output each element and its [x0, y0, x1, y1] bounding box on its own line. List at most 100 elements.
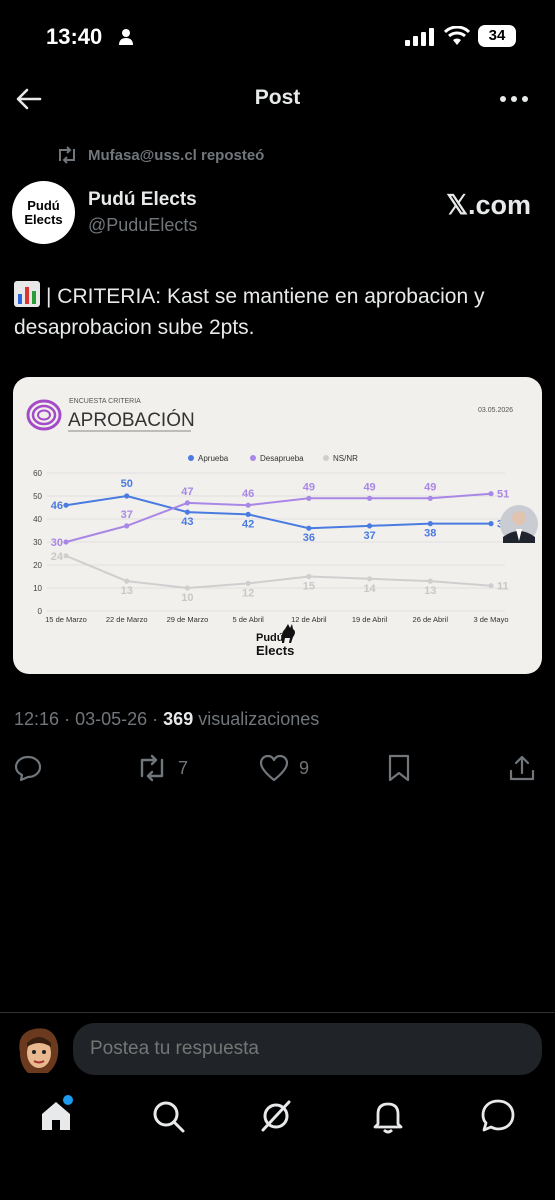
pudu-silhouette-icon	[282, 624, 295, 643]
data-point	[245, 580, 251, 586]
data-label: 43	[181, 516, 193, 528]
series-line	[65, 554, 492, 590]
data-point	[184, 585, 191, 591]
data-point	[124, 493, 130, 499]
meta-sep-1: ·	[64, 709, 71, 729]
home-notification-dot	[63, 1095, 73, 1105]
x-tick-label: 12 de Abril	[291, 615, 327, 624]
data-label: 24	[51, 551, 64, 563]
data-point	[124, 578, 130, 584]
x-tick-label: 3 de Mayo	[473, 615, 508, 624]
tweet-media-card[interactable]: ENCUESTA CRITERIA APROBACIÓN 03.05.2026 …	[13, 377, 542, 674]
data-label: 13	[121, 585, 133, 597]
meta-sep-2: ·	[152, 709, 159, 729]
data-label: 13	[424, 585, 436, 597]
bookmark-icon	[388, 754, 410, 782]
data-point	[184, 509, 191, 515]
chart-date: 03.05.2026	[478, 407, 513, 414]
data-label: 36	[303, 532, 315, 544]
like-button[interactable]: 9	[259, 752, 309, 784]
battery-indicator: 34	[478, 25, 516, 47]
data-label: 49	[424, 481, 436, 493]
data-label: 49	[363, 481, 375, 493]
person-icon	[119, 29, 133, 45]
y-tick-label: 60	[33, 469, 42, 478]
reply-input[interactable]	[73, 1023, 542, 1075]
y-tick-label: 40	[33, 515, 42, 524]
data-label: 10	[181, 592, 193, 604]
data-point	[63, 553, 69, 559]
data-label: 38	[424, 528, 436, 540]
data-label: 46	[51, 500, 63, 512]
repost-icon	[59, 146, 75, 164]
tweet-text: | CRITERIA: Kast se mantiene en aprobaci…	[14, 281, 544, 343]
x-tick-label: 22 de Marzo	[106, 615, 148, 624]
x-tick-label: 15 de Marzo	[45, 615, 87, 624]
data-point	[124, 523, 130, 529]
tweet-date: 03-05-26	[75, 709, 148, 729]
signal-icon	[405, 28, 434, 46]
wifi-icon	[444, 26, 470, 45]
y-tick-label: 20	[33, 561, 42, 570]
y-tick-label: 30	[33, 538, 42, 547]
data-label: 49	[303, 481, 315, 493]
data-point	[366, 495, 373, 501]
share-button[interactable]	[508, 752, 536, 784]
tweet-actions: 7 9	[0, 752, 555, 786]
data-point	[366, 523, 373, 529]
data-label: 15	[303, 581, 315, 593]
legend-label: Desaprueba	[260, 454, 304, 463]
y-tick-label: 0	[38, 607, 43, 616]
y-tick-label: 50	[33, 492, 42, 501]
author-handle[interactable]: @PuduElects	[88, 215, 197, 236]
approval-chart: ENCUESTA CRITERIA APROBACIÓN 03.05.2026 …	[26, 398, 538, 658]
x-tick-label: 19 de Abril	[352, 615, 388, 624]
like-count: 9	[299, 757, 310, 778]
bookmark-button[interactable]	[386, 752, 412, 784]
data-label: 47	[181, 486, 193, 498]
page-title: Post	[254, 86, 301, 109]
reply-icon	[14, 755, 42, 782]
data-label: 37	[363, 530, 375, 542]
bell-icon[interactable]	[368, 1096, 408, 1136]
grok-icon[interactable]	[256, 1096, 296, 1136]
data-label: 30	[51, 537, 63, 549]
author-avatar[interactable]: Pudú Elects	[12, 181, 75, 244]
data-point	[184, 500, 191, 506]
legend-label: Aprueba	[198, 454, 229, 463]
data-label: 42	[242, 518, 254, 530]
messages-icon[interactable]	[478, 1096, 518, 1136]
footer-logo-text-2: Elects	[256, 643, 294, 658]
data-label: 46	[242, 488, 254, 500]
more-icon[interactable]	[498, 86, 530, 112]
tweet-body: | CRITERIA: Kast se mantiene en aprobaci…	[14, 285, 485, 339]
data-point	[306, 573, 312, 580]
data-point	[366, 576, 373, 582]
legend-label: NS/NR	[333, 454, 358, 463]
x-tick-label: 26 de Abril	[413, 615, 449, 624]
search-icon[interactable]	[148, 1096, 188, 1136]
repost-indicator[interactable]: Mufasa@uss.cl reposteó	[56, 146, 264, 164]
user-avatar[interactable]	[14, 1023, 62, 1077]
retweet-icon	[140, 754, 164, 782]
bar-chart-emoji-icon	[14, 281, 40, 307]
views-label: visualizaciones	[198, 709, 320, 729]
chart-title: APROBACIÓN	[68, 409, 195, 431]
bottom-tab-bar	[0, 1084, 555, 1200]
retweet-count: 7	[178, 757, 189, 778]
author-name[interactable]: Pudú Elects	[88, 189, 197, 211]
retweet-button[interactable]: 7	[136, 752, 188, 784]
chart-logo-icon	[26, 399, 62, 431]
reply-button[interactable]	[14, 752, 42, 784]
data-point	[306, 525, 312, 531]
data-label: 37	[121, 509, 133, 521]
reply-bar	[0, 1012, 555, 1084]
x-tick-label: 5 de Abril	[233, 615, 265, 624]
x-tick-label: 29 de Marzo	[167, 615, 209, 624]
top-nav: Post	[0, 70, 555, 128]
repost-text: Mufasa@uss.cl reposteó	[88, 146, 265, 164]
data-point	[427, 578, 433, 584]
avatar-text-2: Elects	[24, 211, 63, 227]
data-point	[63, 502, 69, 508]
chart-kicker: ENCUESTA CRITERIA	[69, 398, 141, 405]
